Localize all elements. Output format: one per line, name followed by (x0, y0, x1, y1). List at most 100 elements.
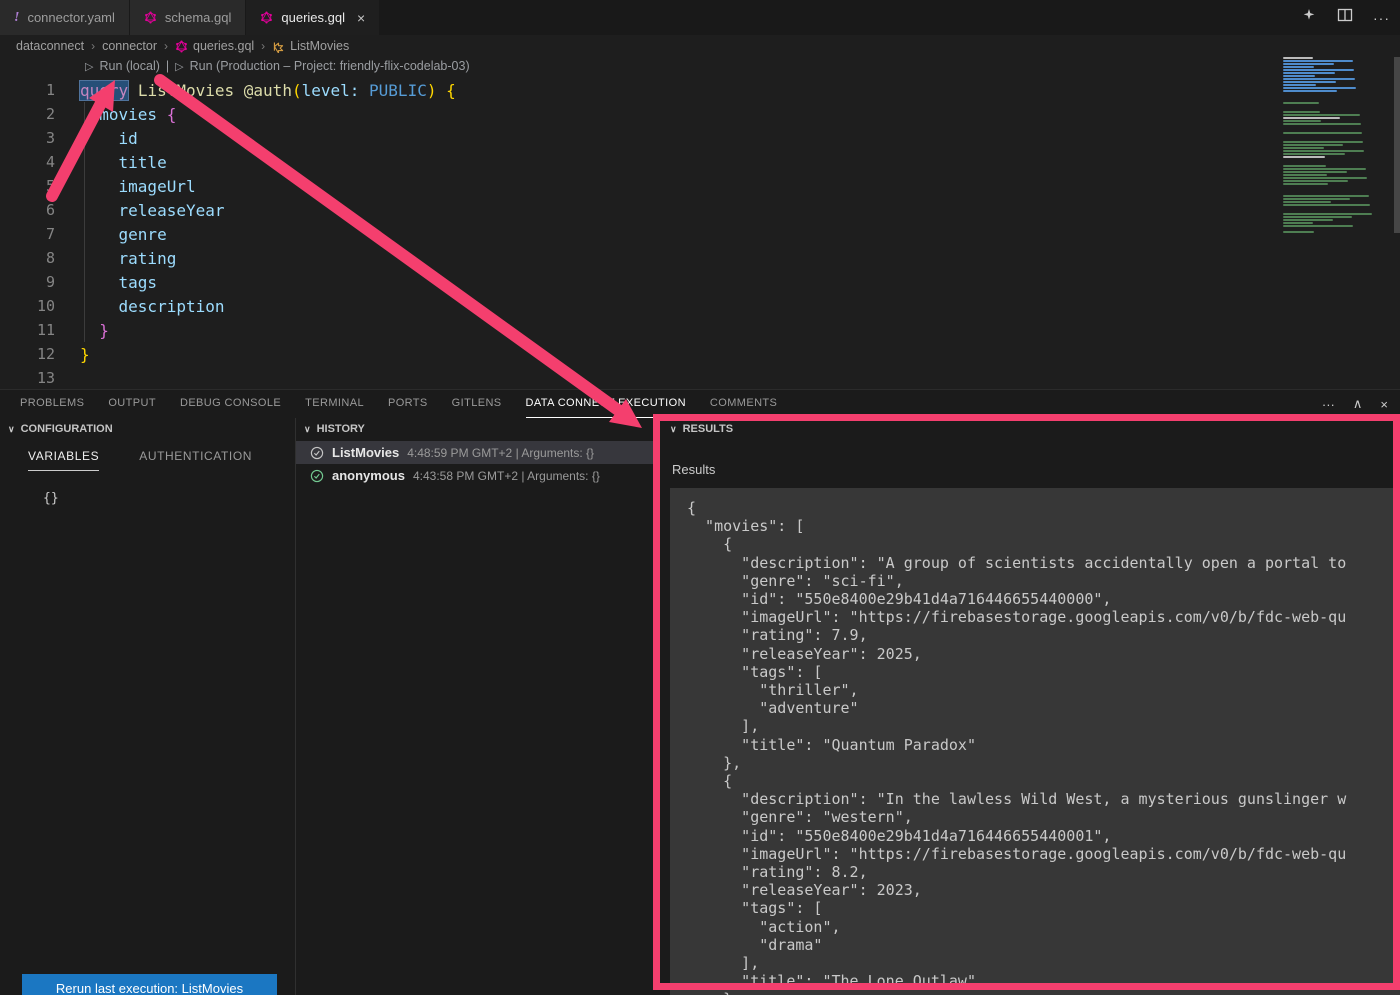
breadcrumb-separator-icon: › (164, 39, 168, 53)
code-line-13[interactable]: 13 (0, 366, 1280, 390)
variables-value[interactable]: {} (43, 491, 295, 506)
code-line-10[interactable]: 10 description (0, 294, 1280, 318)
history-entry-meta: 4:43:58 PM GMT+2 | Arguments: {} (413, 469, 600, 483)
code-line-7[interactable]: 7 genre (0, 222, 1280, 246)
minimap[interactable] (1283, 57, 1391, 239)
results-json-viewer[interactable]: { "movies": [ { "description": "A group … (670, 488, 1400, 995)
code-line-6[interactable]: 6 releaseYear (0, 198, 1280, 222)
code-text: releaseYear (80, 201, 225, 220)
code-text: imageUrl (80, 177, 196, 196)
breadcrumb: dataconnect›connector›queries.gql›ListMo… (16, 35, 349, 57)
line-number: 9 (0, 273, 55, 291)
code-line-8[interactable]: 8 rating (0, 246, 1280, 270)
minimap-line (1283, 81, 1336, 83)
code-line-5[interactable]: 5 imageUrl (0, 174, 1280, 198)
panel-tab-output[interactable]: OUTPUT (108, 390, 156, 418)
tab-label: schema.gql (165, 10, 231, 25)
panel-tab-problems[interactable]: PROBLEMS (20, 390, 84, 418)
line-number: 1 (0, 81, 55, 99)
minimap-line (1283, 168, 1366, 170)
vscode-window: !connector.yamlschema.gqlqueries.gql× ··… (0, 0, 1400, 995)
panel-tab-gitlens[interactable]: GITLENS (452, 390, 502, 418)
minimap-line (1283, 198, 1350, 200)
panel-tab-debug-console[interactable]: DEBUG CONSOLE (180, 390, 281, 418)
editor-scrollbar[interactable] (1394, 57, 1400, 233)
minimap-line (1283, 153, 1345, 155)
panel-tab-data-connect-execution[interactable]: DATA CONNECT EXECUTION (526, 390, 686, 418)
json-line: "tags": [ (687, 663, 1400, 681)
code-editor[interactable]: 1query ListMovies @auth(level: PUBLIC) {… (0, 78, 1280, 390)
json-line: "rating": 7.9, (687, 626, 1400, 644)
minimap-line (1283, 108, 1391, 110)
editor-tab-connector-yaml[interactable]: !connector.yaml (0, 0, 129, 35)
json-line: "tags": [ (687, 899, 1400, 917)
panel-tab-terminal[interactable]: TERMINAL (305, 390, 364, 418)
run-local-link[interactable]: Run (local) (99, 59, 159, 73)
history-row-anonymous[interactable]: anonymous4:43:58 PM GMT+2 | Arguments: {… (296, 464, 656, 487)
editor-tab-queries-gql[interactable]: queries.gql× (246, 0, 379, 35)
configuration-header[interactable]: ∨ CONFIGURATION (0, 418, 295, 439)
code-line-1[interactable]: 1query ListMovies @auth(level: PUBLIC) { (0, 78, 1280, 102)
breadcrumb-item-dataconnect[interactable]: dataconnect (16, 39, 84, 53)
history-header[interactable]: ∨ HISTORY (296, 418, 656, 439)
rerun-button[interactable]: Rerun last execution: ListMovies (22, 974, 277, 995)
minimap-line (1283, 78, 1355, 80)
run-production-link[interactable]: Run (Production – Project: friendly-flix… (190, 59, 470, 73)
breadcrumb-item-connector[interactable]: connector (102, 39, 157, 53)
json-line: "genre": "western", (687, 808, 1400, 826)
history-row-ListMovies[interactable]: ListMovies4:48:59 PM GMT+2 | Arguments: … (296, 441, 656, 464)
json-line: "releaseYear": 2025, (687, 645, 1400, 663)
close-tab-icon[interactable]: × (357, 10, 365, 26)
minimap-line (1283, 159, 1391, 161)
config-tab-authentication[interactable]: AUTHENTICATION (139, 449, 252, 471)
panel-tab-comments[interactable]: COMMENTS (710, 390, 777, 418)
json-line: "title": "The Lone Outlaw" (687, 972, 1400, 990)
json-line: { (687, 772, 1400, 790)
minimap-line (1283, 180, 1348, 182)
results-header[interactable]: ∨ RESULTS (656, 418, 1400, 439)
json-line: "drama" (687, 936, 1400, 954)
run-icon: ▷ (85, 60, 93, 73)
code-line-3[interactable]: 3 id (0, 126, 1280, 150)
json-line: "genre": "sci-fi", (687, 572, 1400, 590)
json-line: "title": "Quantum Paradox" (687, 736, 1400, 754)
code-line-9[interactable]: 9 tags (0, 270, 1280, 294)
minimap-line (1283, 111, 1320, 113)
minimap-line (1283, 216, 1352, 218)
minimap-line (1283, 204, 1370, 206)
more-actions-icon[interactable]: ··· (1373, 10, 1390, 26)
check-circle-icon (310, 469, 324, 483)
minimap-line (1283, 213, 1372, 215)
json-line: "movies": [ (687, 517, 1400, 535)
panel-actions: ··· ∧ × (1322, 390, 1388, 418)
breadcrumb-label: ListMovies (290, 39, 349, 53)
config-tab-variables[interactable]: VARIABLES (28, 449, 99, 471)
code-line-4[interactable]: 4 title (0, 150, 1280, 174)
maximize-panel-icon[interactable]: ∧ (1353, 396, 1363, 412)
panel-tab-ports[interactable]: PORTS (388, 390, 428, 418)
yaml-warning-icon: ! (14, 10, 19, 26)
editor-tab-schema-gql[interactable]: schema.gql (130, 0, 245, 35)
code-text: id (80, 129, 138, 148)
breadcrumb-separator-icon: › (261, 39, 265, 53)
minimap-line (1283, 57, 1313, 59)
split-editor-icon[interactable] (1337, 7, 1353, 28)
minimap-line (1283, 60, 1353, 62)
breadcrumb-item-ListMovies[interactable]: ListMovies (272, 39, 349, 53)
minimap-line (1283, 66, 1314, 68)
minimap-line (1283, 96, 1391, 98)
chevron-down-icon: ∨ (8, 424, 15, 435)
breadcrumb-item-queries-gql[interactable]: queries.gql (175, 39, 254, 53)
code-line-11[interactable]: 11 } (0, 318, 1280, 342)
minimap-line (1283, 231, 1314, 233)
sparkle-icon[interactable] (1301, 7, 1317, 28)
code-line-12[interactable]: 12} (0, 342, 1280, 366)
panel-more-actions-icon[interactable]: ··· (1322, 397, 1335, 412)
json-line: ], (687, 717, 1400, 735)
minimap-line (1283, 135, 1391, 137)
query-symbol-icon (272, 40, 285, 53)
line-number: 10 (0, 297, 55, 315)
close-panel-icon[interactable]: × (1380, 397, 1388, 412)
line-number: 6 (0, 201, 55, 219)
code-line-2[interactable]: 2 movies { (0, 102, 1280, 126)
